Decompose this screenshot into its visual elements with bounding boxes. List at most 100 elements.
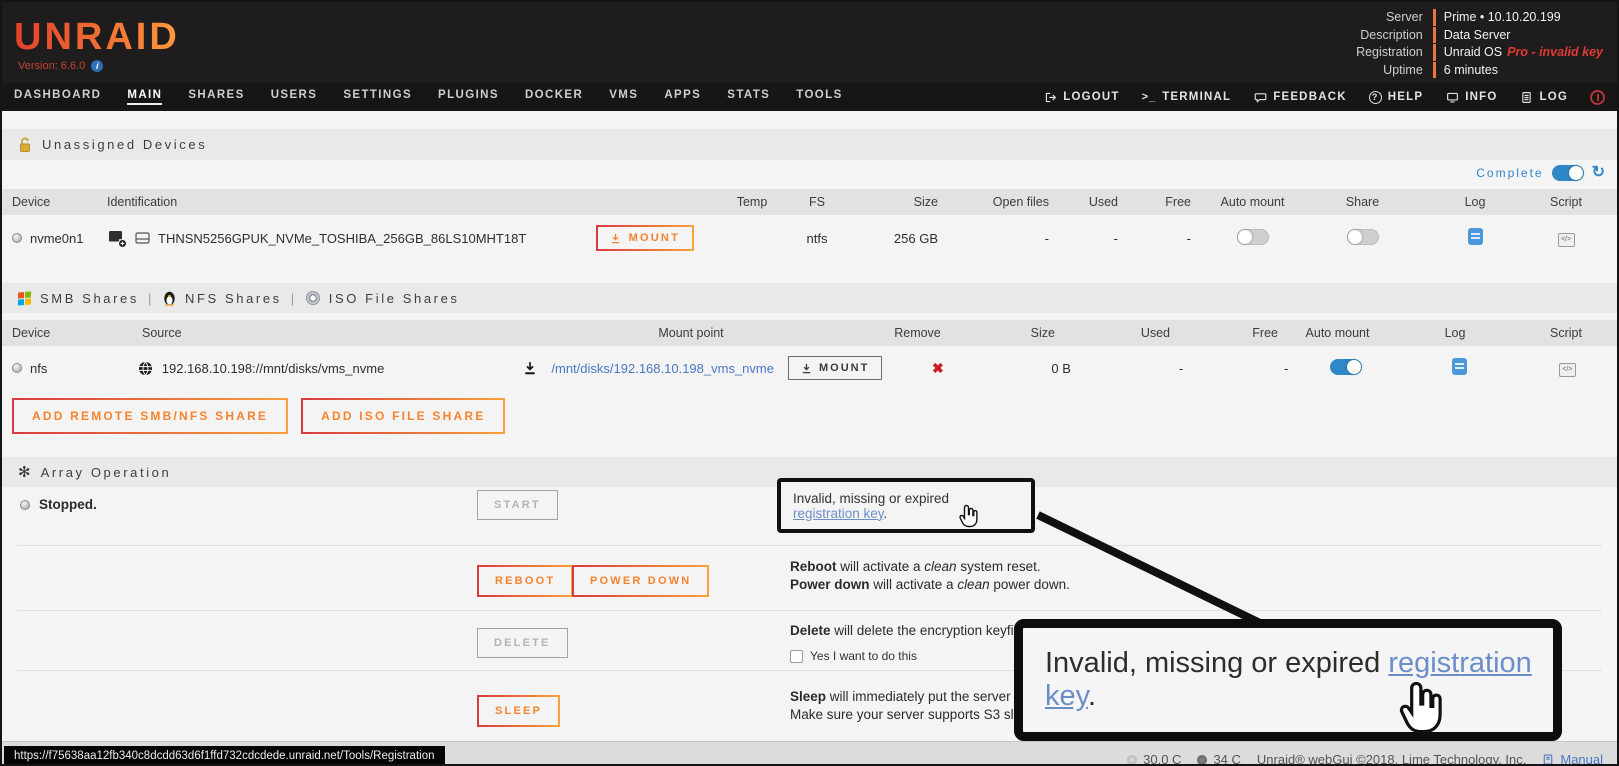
size-cell: 256 GB <box>852 231 952 246</box>
tab-users[interactable]: USERS <box>271 89 318 105</box>
manual-book-icon <box>1542 753 1554 766</box>
remove-icon[interactable]: ✖ <box>932 360 944 376</box>
log-button[interactable]: LOG <box>1519 90 1568 104</box>
mount-button-share[interactable]: MOUNT <box>788 356 882 380</box>
mount-icon <box>801 363 812 374</box>
sleep-button[interactable]: SLEEP <box>477 695 560 727</box>
server-label: Server <box>1356 9 1423 26</box>
device-cell: nfs <box>12 361 138 376</box>
tab-settings[interactable]: SETTINGS <box>343 89 412 105</box>
col-size: Size <box>975 326 1085 340</box>
unlocked-padlock-icon <box>18 137 32 153</box>
tab-separator: | <box>148 291 154 306</box>
share-action-buttons: ADD REMOTE SMB/NFS SHARE ADD ISO FILE SH… <box>12 398 505 434</box>
help-button[interactable]: ? HELP <box>1369 91 1423 104</box>
feedback-icon <box>1253 90 1267 104</box>
temp-dot-icon <box>1127 755 1137 765</box>
share-toggle[interactable] <box>1347 229 1379 245</box>
terminal-button[interactable]: >_ TERMINAL <box>1142 91 1232 103</box>
logout-icon <box>1043 90 1057 104</box>
registration-key-link[interactable]: registration key <box>793 506 884 521</box>
version-info-icon[interactable]: i <box>91 60 103 72</box>
log-icon <box>1519 90 1533 104</box>
open-files-cell: - <box>952 231 1057 246</box>
col-log: Log <box>1425 195 1525 209</box>
temp-indicator-1: 30.0 C <box>1127 752 1181 766</box>
script-icon[interactable]: </> <box>1558 233 1575 247</box>
linux-penguin-icon <box>163 291 176 306</box>
col-device: Device <box>12 195 107 209</box>
logout-button[interactable]: LOGOUT <box>1043 90 1119 104</box>
mount-icon <box>610 233 621 244</box>
version-row: Version: 6.6.0 i <box>18 60 103 72</box>
version-label: Version: 6.6.0 <box>18 60 85 72</box>
delete-button[interactable]: DELETE <box>477 628 568 658</box>
tab-main[interactable]: MAIN <box>127 89 162 105</box>
nav-utilities: LOGOUT >_ TERMINAL FEEDBACK ? HELP INFO … <box>1043 90 1605 105</box>
tab-docker[interactable]: DOCKER <box>525 89 583 105</box>
col-mount-point: Mount point <box>522 326 860 340</box>
delete-confirm-checkbox[interactable] <box>790 650 803 663</box>
start-button[interactable]: START <box>477 490 558 520</box>
size-cell: 0 B <box>994 361 1101 376</box>
col-remove: Remove <box>860 326 975 340</box>
row-separator <box>17 545 1602 546</box>
tab-nfs-shares[interactable]: NFS Shares <box>185 291 282 306</box>
delete-description: Delete will delete the encryption keyfil… <box>790 622 1024 640</box>
feedback-button[interactable]: FEEDBACK <box>1253 90 1347 104</box>
col-free: Free <box>1190 326 1290 340</box>
windows-icon <box>18 291 31 305</box>
tab-dashboard[interactable]: DASHBOARD <box>14 89 101 105</box>
unraid-logo: UNRAID <box>14 16 180 59</box>
mount-point-link[interactable]: /mnt/disks/192.168.10.198_vms_nvme <box>551 361 774 376</box>
tab-iso-file-shares[interactable]: ISO File Shares <box>329 291 460 306</box>
invalid-key-badge: Pro - invalid key <box>1507 45 1603 59</box>
power-down-button[interactable]: POWER DOWN <box>572 565 709 597</box>
invalid-key-message-large: Invalid, missing or expired registration… <box>1045 647 1553 713</box>
complete-toggle[interactable] <box>1552 165 1584 181</box>
tab-shares[interactable]: SHARES <box>188 89 244 105</box>
free-cell: - <box>1142 231 1205 246</box>
auto-mount-cell <box>1300 359 1392 378</box>
iso-disc-icon <box>306 291 320 305</box>
tab-stats[interactable]: STATS <box>727 89 770 105</box>
col-temp: Temp <box>722 195 782 209</box>
auto-mount-toggle[interactable] <box>1330 359 1362 375</box>
script-icon[interactable]: </> <box>1559 363 1576 377</box>
reboot-description: Reboot will activate a clean system rese… <box>790 558 1070 594</box>
mount-button-unassigned[interactable]: MOUNT <box>596 225 694 251</box>
device-log-icon[interactable] <box>1468 228 1483 245</box>
hand-cursor-icon-large <box>1399 680 1445 735</box>
reboot-button[interactable]: REBOOT <box>477 565 573 597</box>
registration-value: Unraid OSPro - invalid key <box>1433 44 1603 61</box>
description-label: Description <box>1356 27 1423 44</box>
col-share: Share <box>1300 195 1425 209</box>
info-icon <box>1445 90 1459 104</box>
tab-vms[interactable]: VMS <box>609 89 638 105</box>
main-nav: DASHBOARD MAIN SHARES USERS SETTINGS PLU… <box>2 83 1617 111</box>
complete-label: Complete <box>1476 166 1543 180</box>
info-button[interactable]: INFO <box>1445 90 1497 104</box>
tab-apps[interactable]: APPS <box>664 89 701 105</box>
tab-plugins[interactable]: PLUGINS <box>438 89 499 105</box>
server-info: Server Prime • 10.10.20.199 Description … <box>1356 9 1603 78</box>
drive-outline-icon <box>135 232 150 244</box>
tab-separator: | <box>291 291 297 306</box>
share-log-icon[interactable] <box>1452 358 1467 375</box>
temp-dot-icon <box>1197 755 1207 765</box>
used-cell: - <box>1101 361 1203 376</box>
hand-cursor-icon <box>959 504 979 528</box>
source-cell: 192.168.10.198://mnt/disks/vms_nvme <box>138 361 506 376</box>
alert-icon[interactable] <box>1590 90 1605 105</box>
auto-mount-toggle[interactable] <box>1237 229 1269 245</box>
log-cell <box>1392 358 1527 378</box>
tab-smb-shares[interactable]: SMB Shares <box>40 291 139 306</box>
refresh-icon[interactable]: ↻ <box>1592 165 1605 181</box>
uptime-label: Uptime <box>1356 62 1423 79</box>
manual-link[interactable]: Manual <box>1542 752 1603 766</box>
tab-tools[interactable]: TOOLS <box>796 89 842 105</box>
add-remote-share-button[interactable]: ADD REMOTE SMB/NFS SHARE <box>12 398 288 434</box>
add-iso-share-button[interactable]: ADD ISO FILE SHARE <box>301 398 505 434</box>
script-cell: </> <box>1525 229 1607 247</box>
script-cell: </> <box>1528 359 1607 377</box>
